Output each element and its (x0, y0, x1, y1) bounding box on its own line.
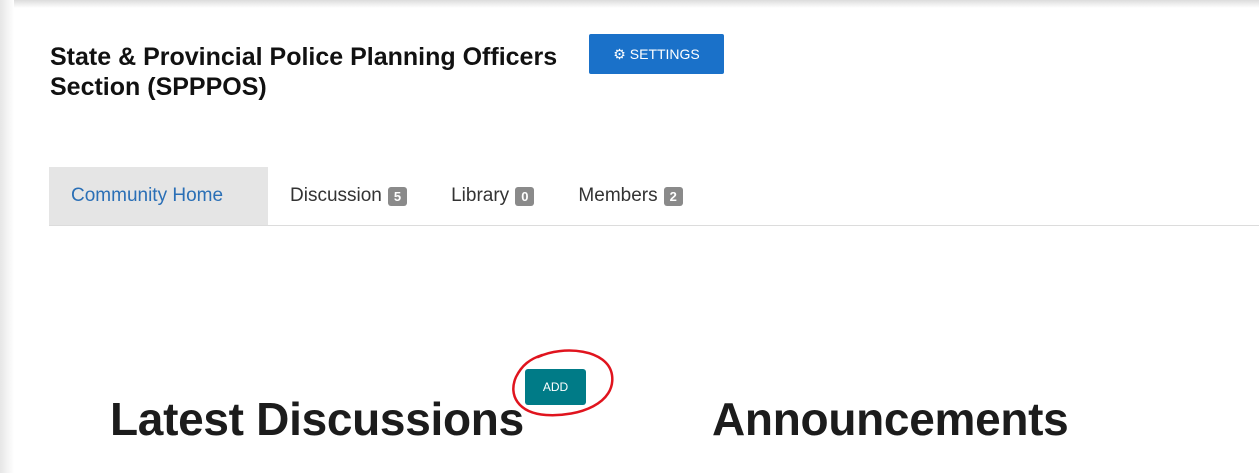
tab-label: Community Home (71, 185, 224, 206)
tab-community-home[interactable]: Community Home (49, 167, 268, 225)
discussion-count-badge: 5 (387, 186, 408, 206)
tab-members[interactable]: Members 2 (556, 167, 704, 225)
add-discussion-button[interactable]: ADD (525, 369, 586, 405)
tab-label: Library (451, 185, 510, 206)
community-nav-tabs: Community Home Discussion 5 Library 0 Me… (49, 167, 1259, 226)
members-count-badge: 2 (663, 186, 683, 206)
tab-library[interactable]: Library 0 (429, 167, 556, 225)
page-title: State & Provincial Police Planning Offic… (50, 43, 558, 101)
tab-discussion[interactable]: Discussion 5 (268, 167, 429, 225)
left-shadow (0, 0, 14, 473)
announcements-heading: Announcements (712, 393, 1069, 445)
library-count-badge: 0 (515, 186, 535, 206)
tab-label: Members (578, 185, 658, 206)
top-shadow (0, 0, 1259, 8)
latest-discussions-heading: Latest Discussions (110, 393, 524, 445)
gear-icon: ⚙ (613, 46, 626, 62)
settings-button[interactable]: ⚙ SETTINGS (589, 34, 724, 74)
tab-label: Discussion (290, 185, 382, 206)
settings-label: SETTINGS (629, 46, 700, 62)
